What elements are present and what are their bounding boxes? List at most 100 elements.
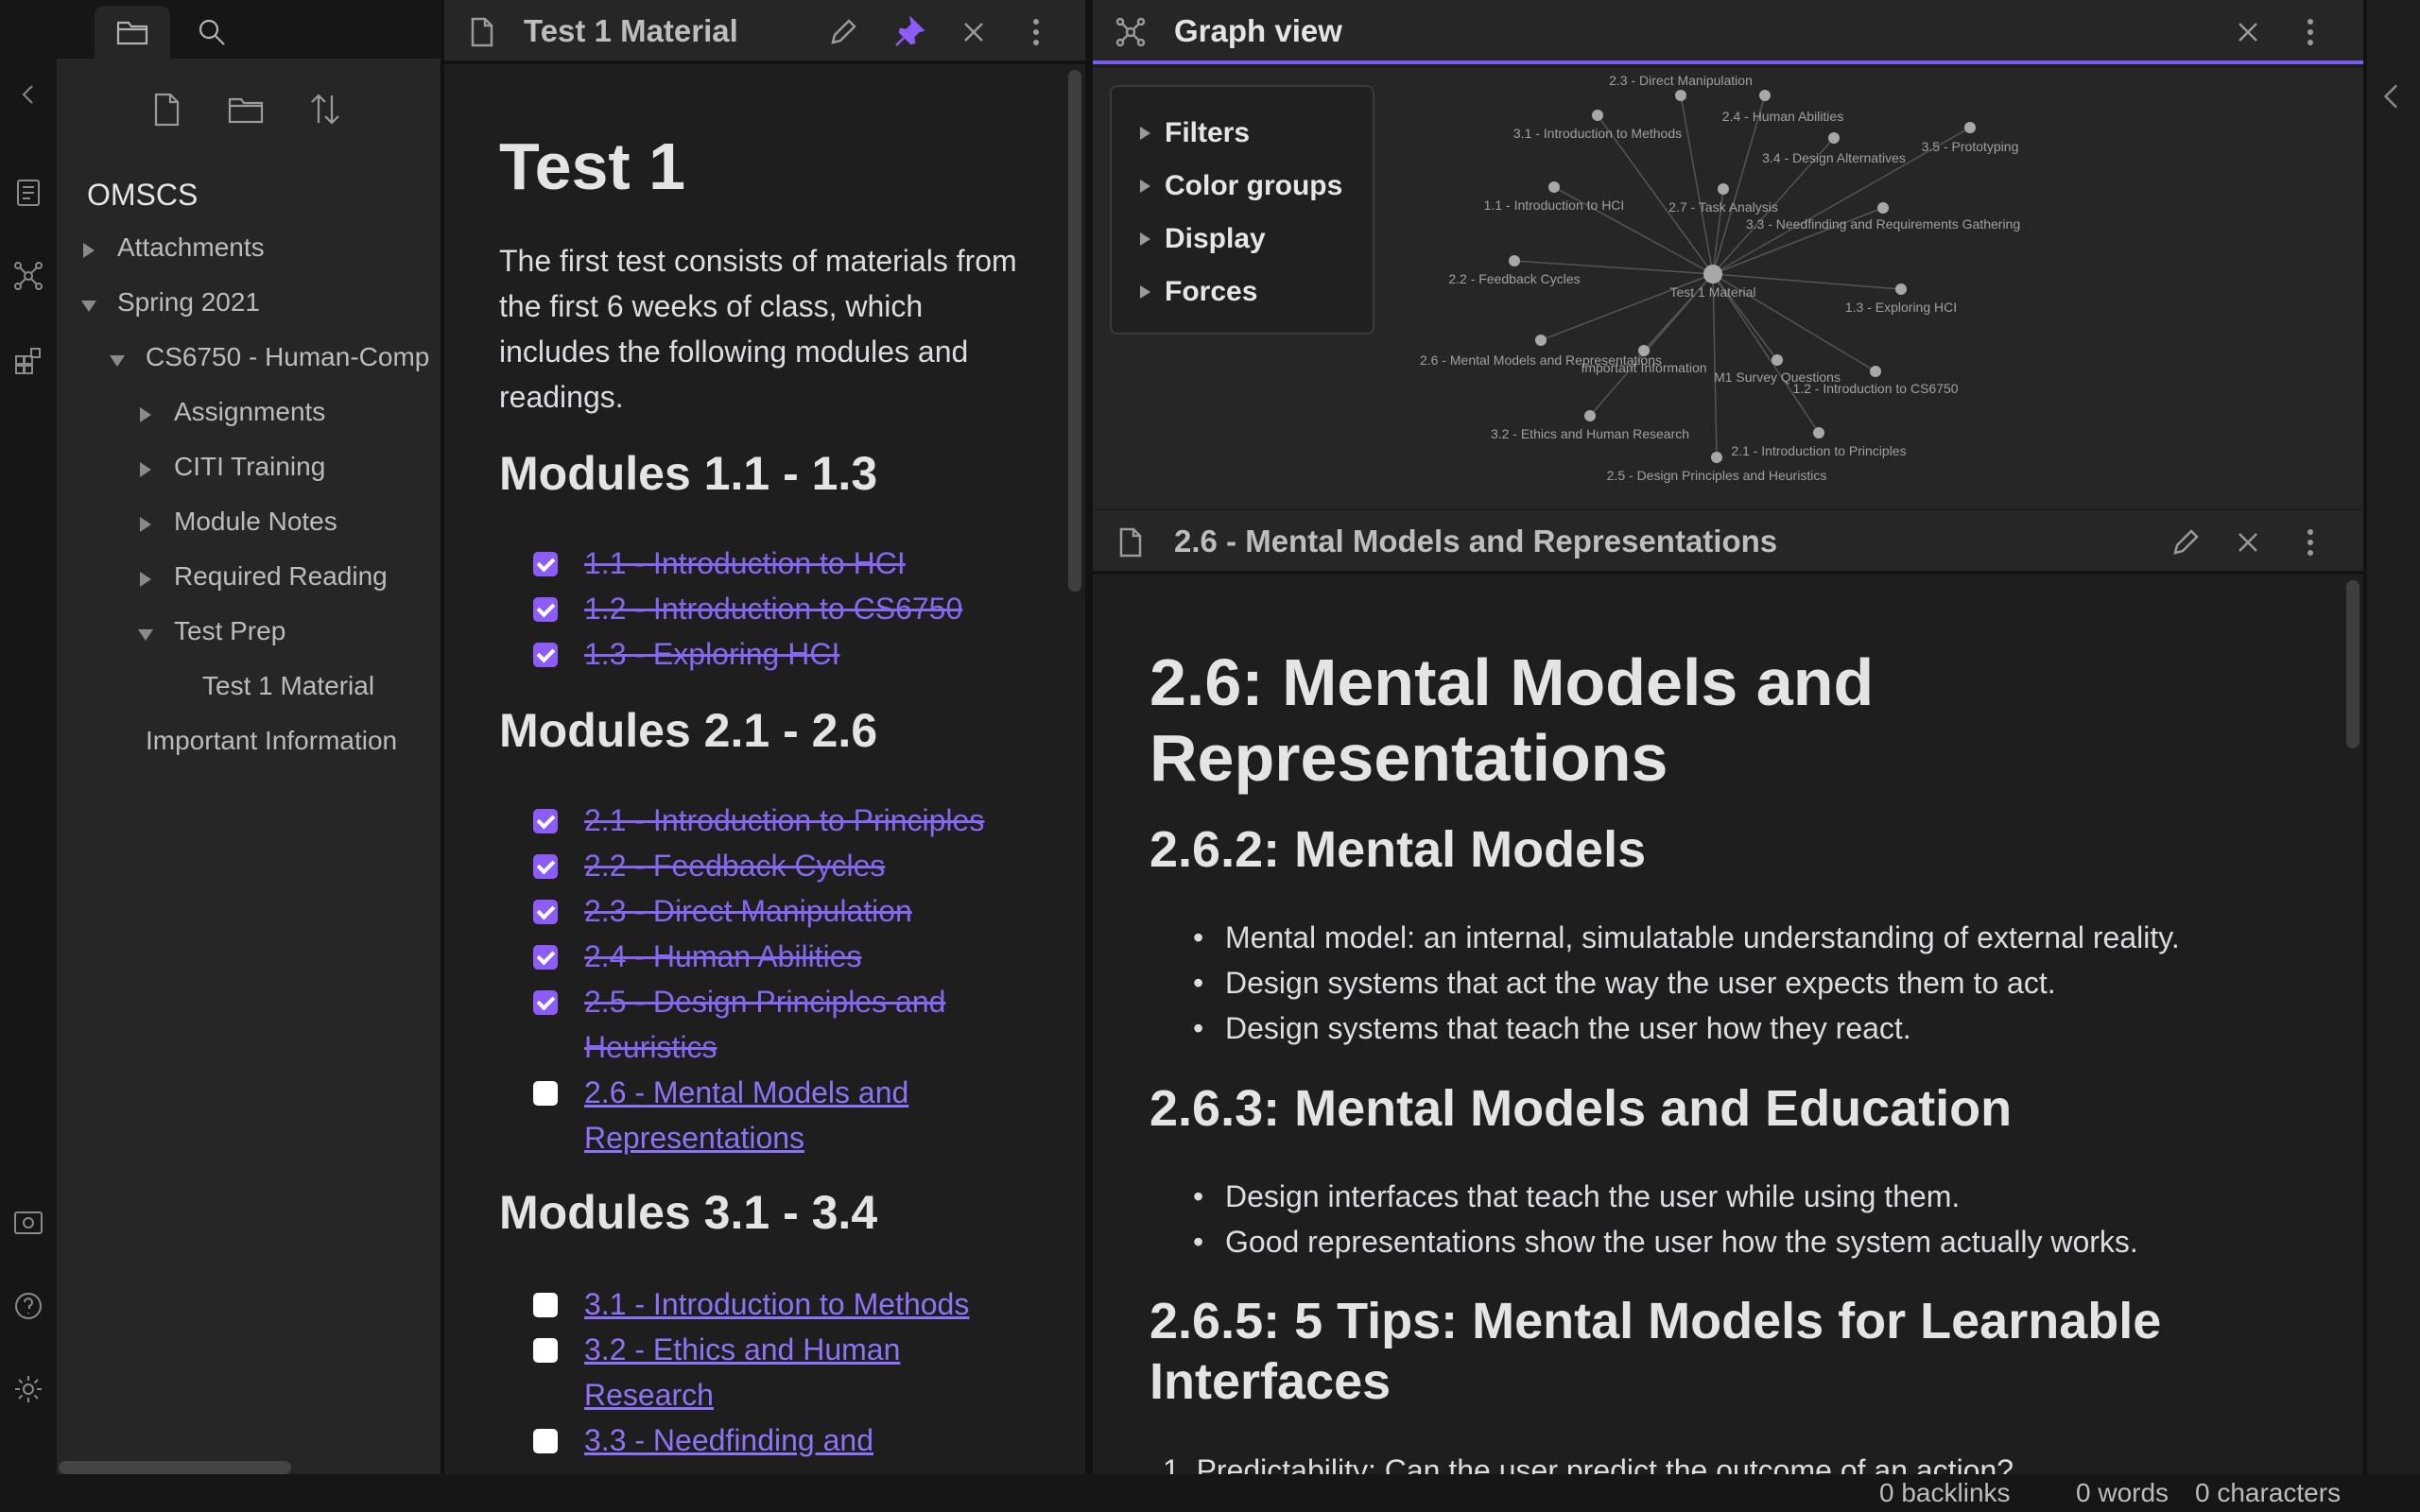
right-pane-title: 2.6 - Mental Models and Representations — [1174, 524, 1778, 558]
new-folder-button[interactable] — [219, 83, 272, 136]
graph-node[interactable] — [1964, 122, 1976, 133]
task-link[interactable]: 2.1 - Introduction to Principles — [584, 798, 984, 843]
left-pane-scrollbar[interactable] — [1068, 70, 1081, 592]
vault-name[interactable]: OMSCS — [87, 178, 198, 213]
task-link[interactable]: 1.2 - Introduction to CS6750 — [584, 586, 962, 631]
task-item: 1.3 - Exploring HCI — [533, 631, 839, 677]
tree-file-test-1-material[interactable]: Test 1 Material — [202, 671, 374, 701]
task-link[interactable]: 2.5 - Design Principles and Heuristics — [584, 979, 949, 1070]
task-link[interactable]: 1.3 - Exploring HCI — [584, 631, 839, 677]
expand-arrow-icon[interactable] — [110, 355, 125, 367]
task-link[interactable]: 3.1 - Introduction to Methods — [584, 1281, 969, 1327]
close-icon — [964, 23, 983, 42]
task-link[interactable]: 3.3 - Needfinding and — [584, 1418, 873, 1463]
vault-switcher-icon[interactable] — [9, 1204, 47, 1242]
task-checkbox[interactable] — [533, 1338, 558, 1363]
tree-folder-citi-training[interactable]: CITI Training — [174, 452, 325, 482]
right-pane-scrollbar[interactable] — [2346, 580, 2360, 748]
search-tab[interactable] — [174, 6, 250, 59]
graph-node[interactable] — [1509, 255, 1520, 266]
task-checkbox[interactable] — [533, 1081, 558, 1106]
task-link[interactable]: 3.2 - Ethics and Human Research — [584, 1327, 930, 1418]
new-note-button[interactable] — [140, 83, 193, 136]
collapse-arrow-icon[interactable] — [140, 572, 151, 587]
graph-node[interactable] — [1877, 202, 1889, 214]
task-checkbox[interactable] — [533, 643, 558, 667]
task-link[interactable]: 2.6 - Mental Models and Representations — [584, 1070, 949, 1160]
graph-node[interactable] — [1584, 410, 1596, 421]
pane-divider[interactable] — [1085, 0, 1093, 1474]
graph-canvas[interactable]: Filters Color groups Display Forces 2.3 … — [1093, 68, 2363, 508]
task-link[interactable]: 2.2 - Feedback Cycles — [584, 843, 885, 888]
edit-button[interactable] — [2161, 518, 2210, 567]
graph-node[interactable] — [1870, 366, 1881, 377]
note-file-icon — [1106, 518, 1155, 567]
task-item: 2.4 - Human Abilities — [533, 934, 861, 979]
graph-node[interactable] — [1675, 90, 1686, 101]
task-link[interactable]: 2.4 - Human Abilities — [584, 934, 861, 979]
quick-switcher-icon[interactable] — [9, 174, 47, 212]
graph-network[interactable]: 2.3 - Direct Manipulation 2.4 - Human Abi… — [1093, 68, 2363, 508]
task-checkbox[interactable] — [533, 597, 558, 622]
graph-node[interactable] — [1592, 110, 1603, 121]
section-heading: Modules 3.1 - 3.4 — [499, 1186, 878, 1239]
collapse-right-icon[interactable] — [2371, 76, 2412, 117]
graph-node[interactable] — [1535, 335, 1547, 346]
tree-folder-test-prep[interactable]: Test Prep — [174, 616, 285, 646]
tree-folder-attachments[interactable]: Attachments — [117, 232, 265, 263]
sidebar-horizontal-scrollbar[interactable] — [57, 1455, 441, 1474]
task-link[interactable]: 2.3 - Direct Manipulation — [584, 888, 912, 934]
graph-node[interactable] — [1718, 183, 1729, 195]
task-checkbox[interactable] — [533, 552, 558, 576]
task-checkbox[interactable] — [533, 1429, 558, 1453]
sort-button[interactable] — [299, 83, 352, 136]
collapse-left-icon[interactable] — [9, 76, 47, 113]
task-checkbox[interactable] — [533, 945, 558, 970]
more-options-button[interactable] — [2286, 518, 2335, 567]
file-explorer-tab[interactable] — [95, 6, 170, 59]
graph-node[interactable] — [1711, 452, 1722, 463]
graph-view-icon[interactable] — [9, 257, 47, 295]
collapse-arrow-icon[interactable] — [140, 517, 151, 532]
close-tab-button[interactable] — [2223, 8, 2273, 57]
tree-file-important-information[interactable]: Important Information — [146, 726, 397, 756]
left-pane-content: Test 1 The first test consists of materi… — [444, 68, 1085, 1474]
graph-node[interactable] — [1548, 181, 1560, 193]
close-tab-button[interactable] — [949, 8, 998, 57]
more-vertical-icon — [2308, 529, 2313, 556]
graph-node[interactable] — [1895, 284, 1907, 295]
more-options-button[interactable] — [2286, 8, 2335, 57]
task-checkbox[interactable] — [533, 854, 558, 879]
tree-folder-spring-2021[interactable]: Spring 2021 — [117, 287, 260, 318]
more-options-button[interactable] — [1011, 8, 1061, 57]
edit-button[interactable] — [819, 8, 868, 57]
graph-node[interactable] — [1703, 265, 1722, 284]
task-checkbox[interactable] — [533, 809, 558, 833]
pin-button[interactable] — [885, 8, 934, 57]
task-checkbox[interactable] — [533, 990, 558, 1015]
collapse-arrow-icon[interactable] — [140, 462, 151, 477]
tree-folder-cs6750[interactable]: CS6750 - Human-Comp — [146, 342, 429, 372]
tree-folder-module-notes[interactable]: Module Notes — [174, 507, 337, 537]
graph-node[interactable] — [1638, 345, 1650, 356]
graph-node-label: 3.2 - Ethics and Human Research — [1491, 426, 1689, 441]
settings-gear-icon[interactable] — [9, 1370, 47, 1408]
close-tab-button[interactable] — [2223, 518, 2273, 567]
tree-folder-required-reading[interactable]: Required Reading — [174, 561, 388, 592]
task-checkbox[interactable] — [533, 900, 558, 924]
graph-node-label: 3.1 - Introduction to Methods — [1513, 126, 1682, 141]
expand-arrow-icon[interactable] — [81, 301, 96, 312]
task-link[interactable]: 1.1 - Introduction to HCI — [584, 541, 906, 586]
expand-arrow-icon[interactable] — [138, 629, 153, 641]
graph-node[interactable] — [1828, 132, 1840, 144]
templates-icon[interactable] — [9, 342, 47, 380]
tree-folder-assignments[interactable]: Assignments — [174, 397, 325, 427]
collapse-arrow-icon[interactable] — [140, 407, 151, 422]
help-icon[interactable] — [9, 1287, 47, 1325]
graph-node[interactable] — [1759, 90, 1771, 101]
graph-node[interactable] — [1772, 354, 1783, 366]
graph-node[interactable] — [1813, 427, 1824, 438]
task-checkbox[interactable] — [533, 1293, 558, 1317]
collapse-arrow-icon[interactable] — [83, 243, 95, 258]
backlinks-count[interactable]: 0 backlinks — [1879, 1478, 2011, 1508]
